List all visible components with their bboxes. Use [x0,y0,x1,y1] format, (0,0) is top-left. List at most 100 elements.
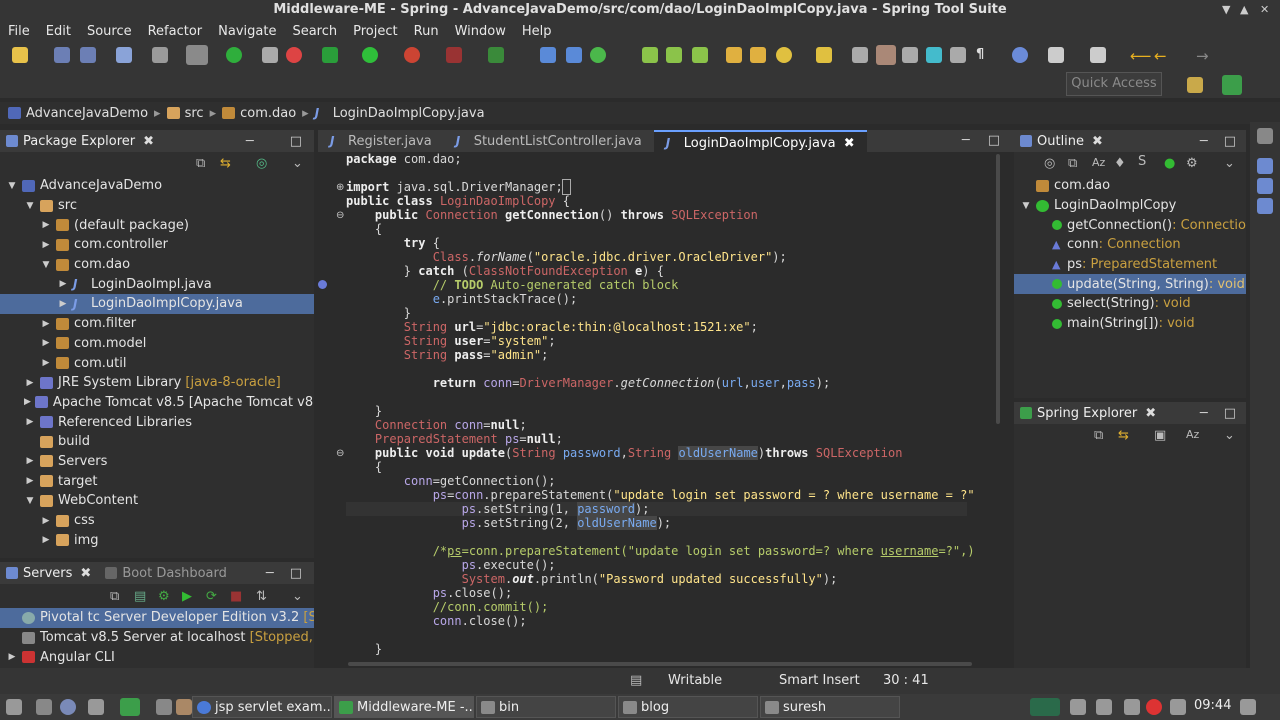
spring-tool-icon[interactable] [120,698,140,716]
task-chrome[interactable]: jsp servlet exam... [192,696,332,718]
chevron-right-icon[interactable]: ▶ [24,378,36,388]
open-perspective-icon[interactable] [1187,77,1203,93]
chevron-right-icon[interactable]: ▶ [24,456,36,466]
browser-icon[interactable] [60,699,76,715]
fold-method-icon[interactable]: ⊖ [336,448,344,459]
tools-icon[interactable] [816,47,832,63]
terminal-icon[interactable] [156,699,172,715]
sort-icon[interactable]: Az [1092,156,1105,169]
chevron-down-icon[interactable]: ▼ [24,201,36,211]
tab-student-list-controller[interactable]: J StudentListController.java [444,130,654,152]
close-icon[interactable]: ✕ [1260,0,1269,20]
clock[interactable]: 09:44 [1194,698,1231,713]
chevron-right-icon[interactable]: ▶ [40,220,52,230]
list-item[interactable]: ▲ ps : PreparedStatement [1014,255,1246,275]
editor-app-icon[interactable] [176,699,192,715]
restore-icon[interactable] [1257,128,1273,144]
chevron-right-icon[interactable]: ▶ [6,652,18,662]
chevron-right-icon[interactable]: ▶ [24,476,36,486]
menu-edit[interactable]: Edit [38,24,79,39]
sort-icon[interactable]: Az [1186,428,1199,441]
package-explorer-tab[interactable]: Package Explorer ✖ ─ □ [0,130,314,152]
minimize-icon[interactable]: ─ [1200,134,1208,149]
link-editor-icon[interactable]: ⇆ [1118,428,1129,443]
list-item[interactable]: ▼ WebContent [0,491,314,511]
stop-icon[interactable] [286,47,302,63]
power-icon[interactable] [1240,699,1256,715]
spring-explorer-tab[interactable]: Spring Explorer ✖ ─ □ [1014,402,1246,424]
do-not-disturb-icon[interactable] [1146,699,1162,715]
list-item[interactable]: ▶ Servers [0,452,314,472]
volume-icon[interactable] [1124,699,1140,715]
fold-method-icon[interactable]: ⊖ [336,210,344,221]
list-item[interactable]: ▶ JRE System Library [java-8-oracle] [0,373,314,393]
view-menu-icon[interactable]: ⌄ [1224,156,1235,171]
tab-login-dao-impl-copy[interactable]: J LoginDaoImplCopy.java ✖ [653,130,867,152]
task-blog[interactable]: blog [618,696,758,718]
debug-icon[interactable] [322,47,338,63]
close-icon[interactable]: ✖ [80,566,91,581]
list-item[interactable]: ▶ Apache Tomcat v8.5 [Apache Tomcat v8.5] [0,393,314,413]
list-item[interactable]: ▶ (default package) [0,215,314,235]
list-item[interactable]: getConnection() : Connectio [1014,215,1246,235]
block-selection-icon[interactable] [902,47,918,63]
new-icon[interactable] [12,47,28,63]
list-item[interactable]: ▼ LoginDaoImplCopy [1014,196,1246,216]
menu-file[interactable]: File [0,24,38,39]
focus-icon[interactable]: ◎ [256,156,267,171]
chevron-down-icon[interactable]: ▼ [6,181,18,191]
maximize-icon[interactable]: □ [1224,134,1236,149]
list-item[interactable]: ▶ css [0,511,314,531]
profile-server-icon[interactable]: ⟳ [206,589,217,604]
file-manager-icon[interactable] [36,699,52,715]
start-menu-icon[interactable] [6,699,22,715]
list-item[interactable]: ▼ com.dao [0,255,314,275]
hide-fields-icon[interactable]: ♦ [1114,156,1126,171]
highlight-icon[interactable] [876,45,896,65]
terminal-icon[interactable] [116,47,132,63]
focus-icon[interactable]: ◎ [1044,156,1055,171]
spring-perspective-icon[interactable] [1222,75,1242,95]
list-item[interactable]: ▲ conn : Connection [1014,235,1246,255]
link-editor-icon[interactable]: ⇆ [220,156,231,171]
view-menu-icon[interactable]: ⌄ [292,156,303,171]
start-server-icon[interactable]: ▶ [182,589,192,604]
side-view-icon[interactable] [1257,198,1273,214]
side-view-icon[interactable] [1257,178,1273,194]
breadcrumb-item[interactable]: LoginDaoImplCopy.java [333,106,485,121]
chevron-right-icon[interactable]: ▶ [24,397,31,407]
chevron-right-icon[interactable]: ▶ [40,338,52,348]
maximize-icon[interactable]: □ [290,566,302,581]
hide-non-public-icon[interactable]: ● [1164,156,1175,171]
maximize-icon[interactable]: □ [988,133,1000,148]
network-icon[interactable] [1070,699,1086,715]
list-item[interactable]: Pivotal tc Server Developer Edition v3.2… [0,608,314,628]
close-icon[interactable]: ✖ [143,134,154,149]
breadcrumb-item[interactable]: src [185,106,204,121]
desktop-icon[interactable] [88,699,104,715]
chevron-right-icon[interactable]: ▶ [24,417,36,427]
maximize-icon[interactable]: ▲ [1240,0,1248,20]
list-item[interactable]: com.dao [1014,176,1246,196]
view-menu-icon[interactable]: ⌄ [292,589,303,604]
side-view-icon[interactable] [1257,158,1273,174]
menu-help[interactable]: Help [514,24,560,39]
chevron-down-icon[interactable]: ▼ [24,496,36,506]
vertical-scrollbar[interactable] [996,154,1000,424]
minimize-icon[interactable]: ─ [266,566,274,581]
whitespace-icon[interactable] [950,47,966,63]
minimize-icon[interactable]: ─ [962,133,970,148]
list-item[interactable]: Tomcat v8.5 Server at localhost [Stopped… [0,628,314,648]
filter-icon[interactable]: ▣ [1154,428,1166,443]
list-item[interactable]: ▶ com.model [0,334,314,354]
close-icon[interactable]: ✖ [1092,134,1103,149]
maximize-icon[interactable]: □ [1224,406,1236,421]
list-item[interactable]: ▶ com.filter [0,314,314,334]
collapse-all-icon[interactable]: ⧉ [196,156,205,171]
chevron-right-icon[interactable]: ▶ [40,358,52,368]
minimize-icon[interactable]: ─ [246,134,254,149]
fold-import-icon[interactable]: ⊕ [336,182,344,193]
task-list-icon[interactable] [750,47,766,63]
chevron-right-icon[interactable]: ▶ [40,535,52,545]
list-item[interactable]: ▶ Referenced Libraries [0,412,314,432]
